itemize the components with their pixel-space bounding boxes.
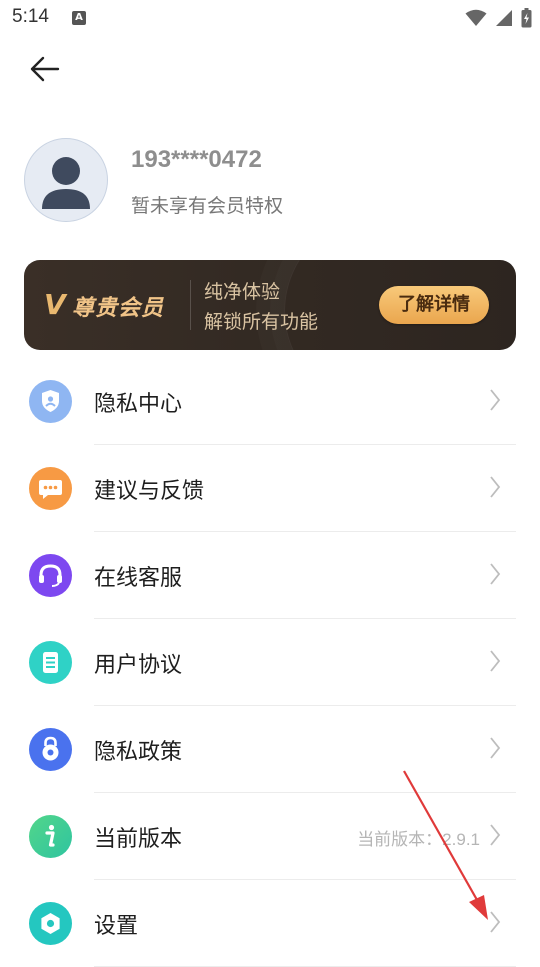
vip-slogan-line2: 解锁所有功能: [204, 311, 319, 333]
chevron-right-icon: [490, 824, 501, 846]
battery-icon: [521, 8, 532, 28]
gear-icon: [29, 902, 72, 945]
avatar[interactable]: [24, 138, 108, 222]
menu-item-settings[interactable]: 设置: [0, 880, 540, 967]
lock-icon: [29, 728, 72, 771]
chevron-right-icon: [490, 911, 501, 933]
vip-learn-more-button[interactable]: 了解详情: [379, 286, 489, 324]
chevron-right-icon: [490, 737, 501, 759]
menu-item-customer-service[interactable]: 在线客服: [0, 532, 540, 619]
menu-label: 用户协议: [94, 653, 183, 678]
user-avatar-icon: [42, 157, 90, 209]
vip-slogan-line1: 纯净体验: [204, 281, 281, 303]
signal-icon: [496, 10, 512, 26]
menu-label: 设置: [94, 914, 139, 939]
status-icons: [465, 8, 532, 28]
chevron-right-icon: [490, 563, 501, 585]
chevron-right-icon: [490, 476, 501, 498]
menu-item-feedback[interactable]: 建议与反馈: [0, 445, 540, 532]
vip-title: 尊贵会员: [72, 296, 165, 321]
vip-divider: [190, 280, 191, 330]
privacy-shield-icon: [29, 380, 72, 423]
member-status: 暂未享有会员特权: [131, 195, 284, 217]
status-bar: 5:14 A: [0, 0, 540, 36]
chevron-right-icon: [490, 389, 501, 411]
back-arrow-icon: [30, 56, 60, 82]
vip-logo: V: [44, 288, 66, 321]
vip-banner[interactable]: V 尊贵会员 纯净体验 解锁所有功能 了解详情: [24, 260, 516, 350]
menu-item-privacy-center[interactable]: 隐私中心: [0, 358, 540, 445]
menu-label: 建议与反馈: [94, 479, 205, 504]
chevron-right-icon: [490, 650, 501, 672]
user-phone: 193****0472: [131, 146, 262, 173]
menu-item-privacy-policy[interactable]: 隐私政策: [0, 706, 540, 793]
menu-item-current-version[interactable]: 当前版本 当前版本：2.9.1: [0, 793, 540, 880]
wifi-icon: [465, 9, 487, 26]
notification-badge: A: [72, 11, 86, 25]
menu-label: 在线客服: [94, 566, 183, 591]
settings-menu: 隐私中心 建议与反馈 在线客服 用户协议 隐私政策 当前版本 当前版本：2.9.…: [0, 358, 540, 967]
document-icon: [29, 641, 72, 684]
feedback-chat-icon: [29, 467, 72, 510]
menu-item-user-agreement[interactable]: 用户协议: [0, 619, 540, 706]
menu-label: 当前版本: [94, 827, 183, 852]
menu-label: 隐私中心: [94, 392, 183, 417]
version-value: 当前版本：2.9.1: [357, 830, 480, 849]
status-time: 5:14: [12, 6, 49, 27]
headset-icon: [29, 554, 72, 597]
info-icon: [29, 815, 72, 858]
back-button[interactable]: [22, 50, 68, 90]
menu-label: 隐私政策: [94, 740, 183, 765]
